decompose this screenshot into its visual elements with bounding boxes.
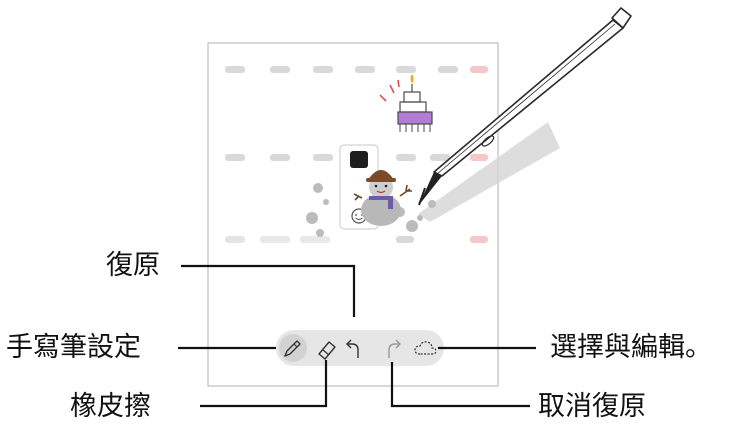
redo-label: 取消復原 — [538, 391, 646, 422]
select-and-edit-label: 選擇與編輯。 — [550, 332, 712, 363]
screen-off-memo-illustration: 復原 手寫筆設定 橡皮擦 選擇與編輯。 取消復原 — [0, 0, 729, 444]
toolbar-icons — [279, 334, 437, 362]
undo-label: 復原 — [106, 250, 160, 281]
eraser-label: 橡皮擦 — [70, 391, 151, 422]
pen-settings-label: 手寫筆設定 — [6, 332, 141, 363]
pen-settings-icon[interactable] — [279, 334, 307, 362]
redo-icon[interactable] — [388, 339, 401, 358]
selection-lasso-icon[interactable] — [414, 341, 437, 355]
undo-icon[interactable] — [346, 339, 359, 358]
eraser-icon[interactable] — [318, 341, 336, 360]
